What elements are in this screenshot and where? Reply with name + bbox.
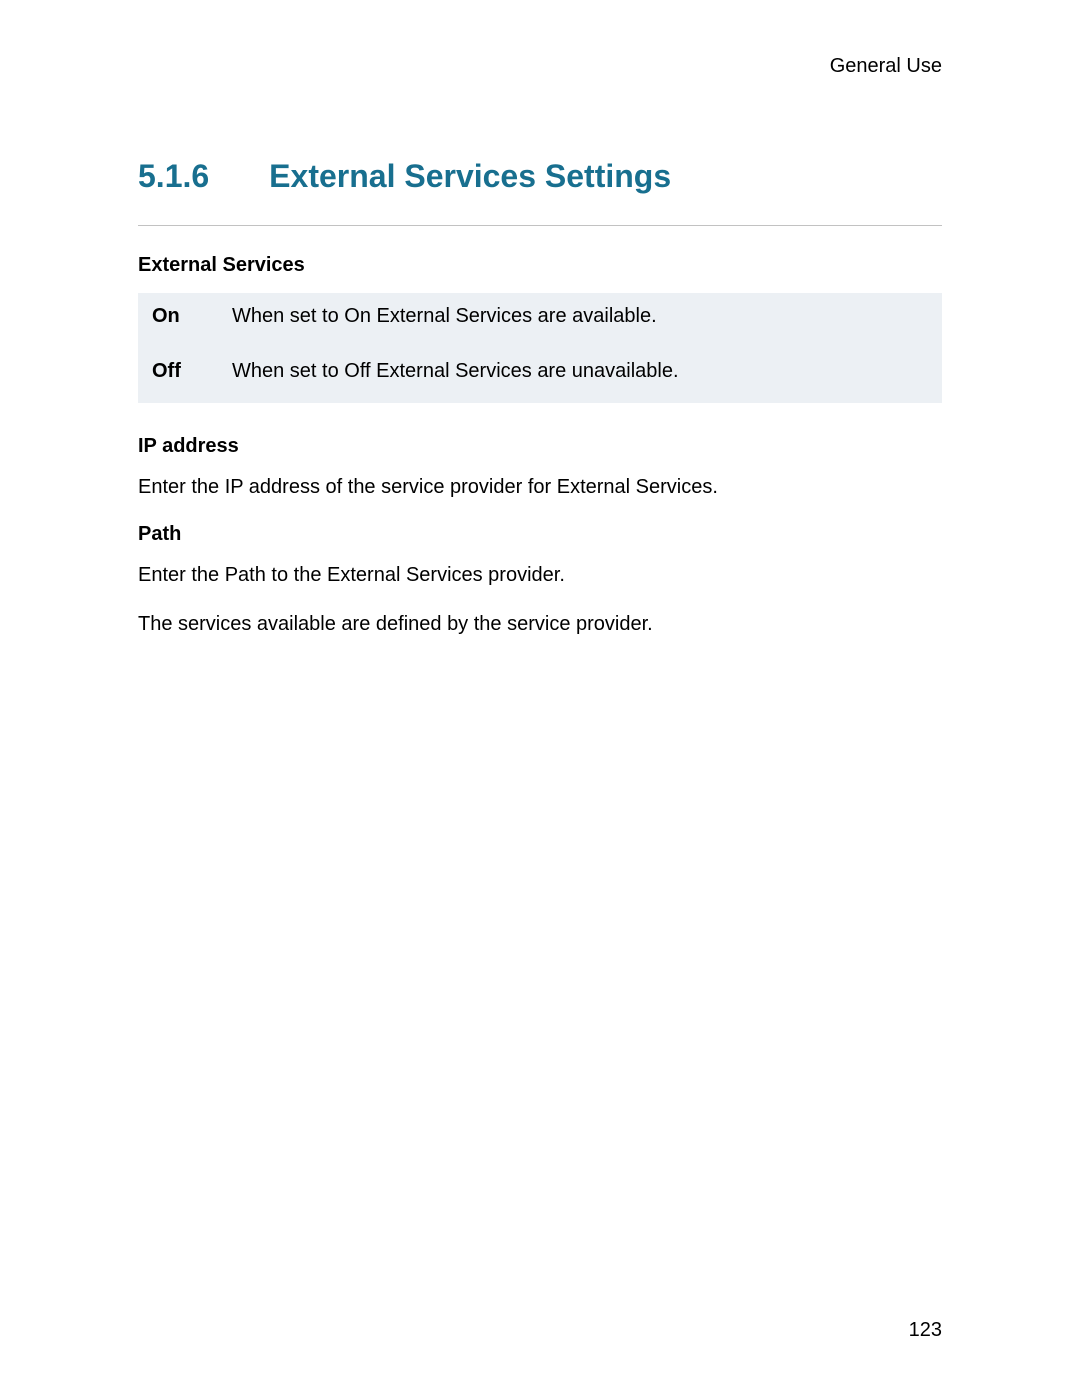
section-title: External Services Settings [269,158,671,194]
section-number: 5.1.6 [138,158,209,195]
options-table: On When set to On External Services are … [138,293,942,403]
option-key: On [138,293,218,348]
option-desc: When set to Off External Services are un… [218,348,942,403]
paragraph-path-1: Enter the Path to the External Services … [138,562,942,589]
table-row: Off When set to Off External Services ar… [138,348,942,403]
paragraph-path-2: The services available are defined by th… [138,611,942,638]
running-header: General Use [138,55,942,78]
option-desc: When set to On External Services are ava… [218,293,942,348]
section-heading: 5.1.6 External Services Settings [138,158,942,195]
table-row: On When set to On External Services are … [138,293,942,348]
option-key: Off [138,348,218,403]
paragraph-ip-address: Enter the IP address of the service prov… [138,474,942,501]
page-number: 123 [909,1319,942,1342]
subheading-path: Path [138,523,942,546]
subheading-external-services: External Services [138,254,942,277]
horizontal-rule [138,225,942,226]
subheading-ip-address: IP address [138,435,942,458]
